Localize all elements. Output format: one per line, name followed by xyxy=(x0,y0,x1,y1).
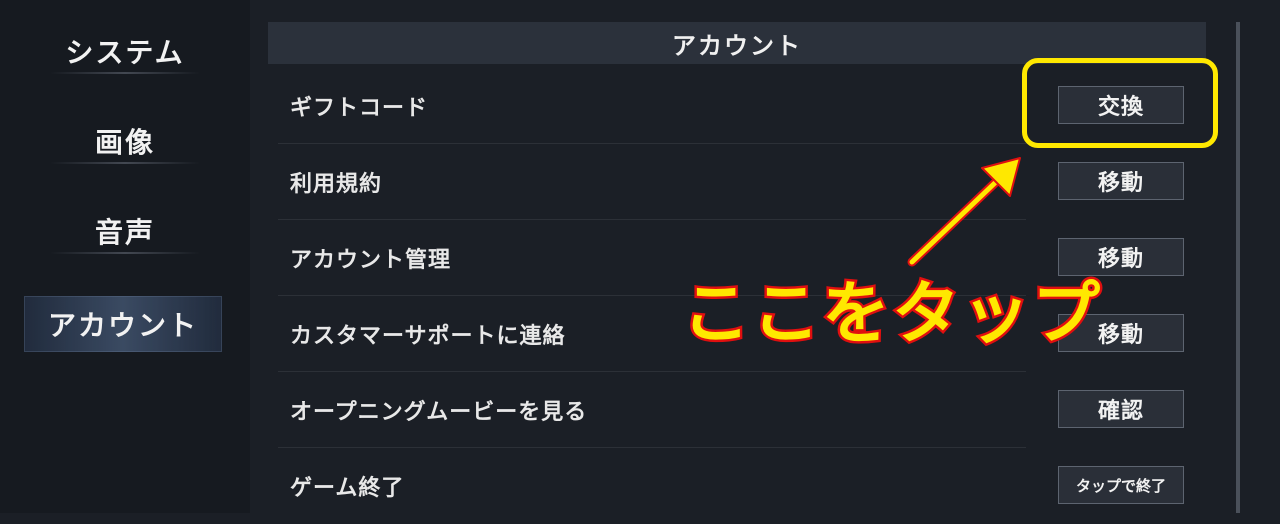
sidebar: システム 画像 音声 アカウント xyxy=(0,0,250,513)
sidebar-item-system[interactable]: システム xyxy=(30,24,220,78)
row-label: オープニングムービーを見る xyxy=(290,400,588,425)
sidebar-item-label: システム xyxy=(65,36,185,69)
exchange-button[interactable]: 交換 xyxy=(1058,86,1184,124)
nav-underline xyxy=(50,72,200,74)
scrollbar[interactable] xyxy=(1236,22,1240,513)
sidebar-item-label: アカウント xyxy=(47,309,198,342)
row-label: アカウント管理 xyxy=(290,248,452,273)
sidebar-item-account[interactable]: アカウント xyxy=(24,296,222,352)
sidebar-item-audio[interactable]: 音声 xyxy=(30,204,220,258)
row-label: カスタマーサポートに連絡 xyxy=(290,324,566,349)
list-item-gift-code: ギフトコード 交換 xyxy=(268,68,1206,144)
quit-game-button[interactable]: タップで終了 xyxy=(1058,466,1184,504)
row-label: ギフトコード xyxy=(290,96,429,121)
confirm-button[interactable]: 確認 xyxy=(1058,390,1184,428)
list-item-terms: 利用規約 移動 xyxy=(268,144,1206,220)
list-item-opening-movie: オープニングムービーを見る 確認 xyxy=(268,372,1206,448)
section-title: アカウント xyxy=(268,22,1206,64)
row-label: 利用規約 xyxy=(290,172,383,197)
terms-move-button[interactable]: 移動 xyxy=(1058,162,1184,200)
sidebar-item-label: 音声 xyxy=(94,216,155,249)
sidebar-item-label: 画像 xyxy=(94,126,155,159)
sidebar-item-graphics[interactable]: 画像 xyxy=(30,114,220,168)
nav-underline xyxy=(50,162,200,164)
callout-text: ここをタップ xyxy=(680,273,1103,357)
nav-underline xyxy=(50,252,200,254)
